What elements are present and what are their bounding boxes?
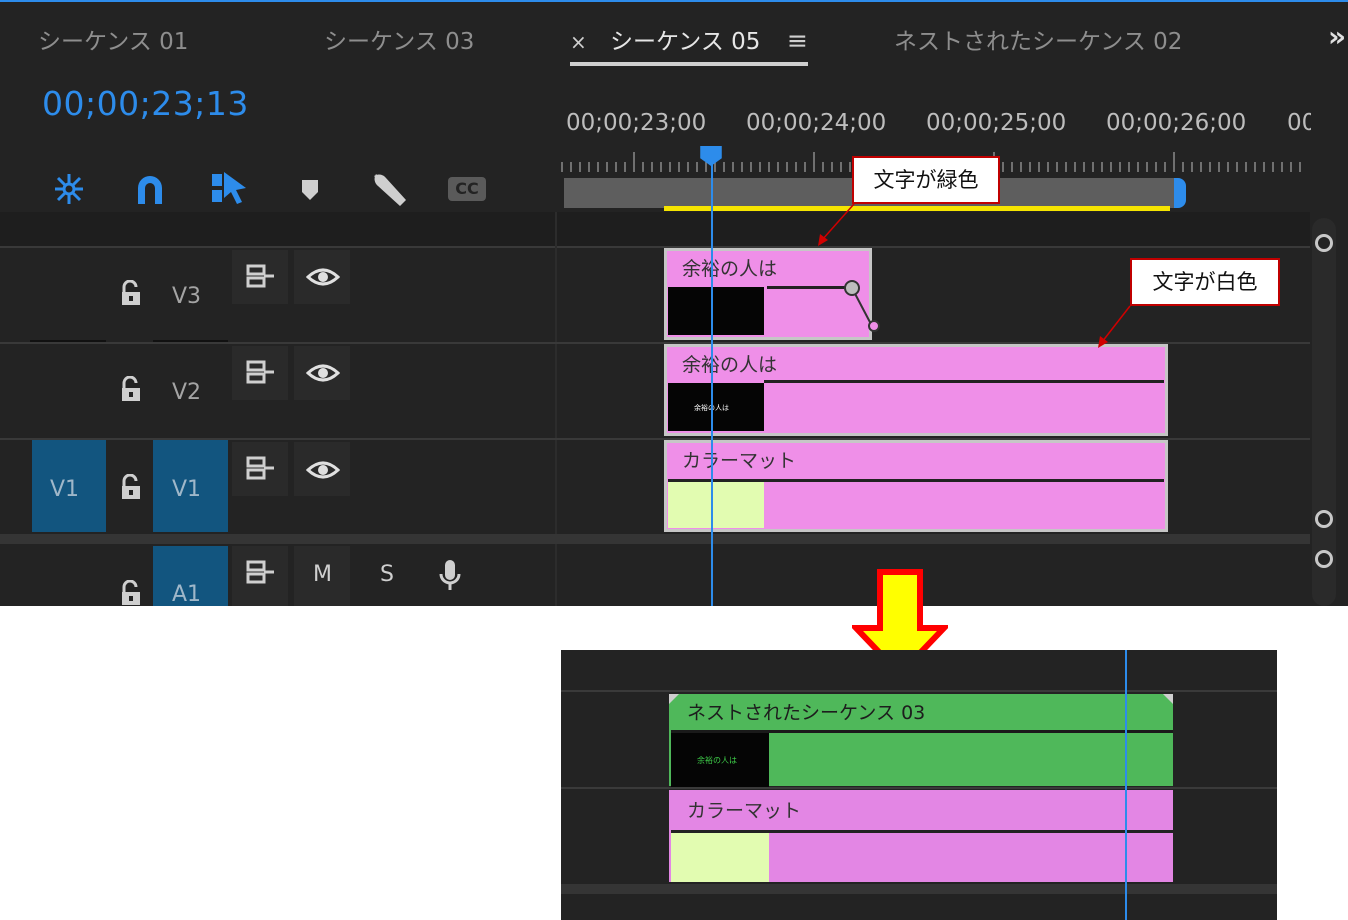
eye-icon[interactable] xyxy=(306,361,340,385)
lock-icon[interactable] xyxy=(120,279,142,311)
linked-selection-icon[interactable] xyxy=(210,170,248,208)
toggle-sync-lock-icon[interactable] xyxy=(246,560,276,586)
solo-button[interactable]: S xyxy=(380,562,394,587)
video-audio-divider[interactable] xyxy=(0,534,1310,544)
magnet-icon[interactable] xyxy=(134,172,166,206)
lock-icon[interactable] xyxy=(120,579,142,606)
mute-button[interactable]: M xyxy=(313,562,332,587)
callout-arrows xyxy=(818,203,1131,348)
divider xyxy=(561,787,1277,789)
tab-menu-icon[interactable]: ≡ xyxy=(787,26,808,55)
clip-title: カラーマット xyxy=(687,800,802,822)
source-patch-label: V1 xyxy=(50,477,80,502)
divider xyxy=(561,884,1277,894)
clip-title: カラーマット xyxy=(682,450,797,472)
color-matte-swatch xyxy=(671,833,769,882)
close-icon[interactable]: × xyxy=(570,30,587,54)
clip-title: 余裕の人は xyxy=(682,354,778,376)
marker-icon[interactable] xyxy=(300,178,320,202)
toggle-sync-lock-icon[interactable] xyxy=(246,360,276,386)
ruler-label: 00;00;25;00 xyxy=(926,110,1067,136)
lock-icon[interactable] xyxy=(120,473,142,505)
clip-thumbnail xyxy=(668,287,764,335)
track-label-v3[interactable]: V3 xyxy=(172,284,201,309)
header-divider xyxy=(555,212,557,606)
tab-sequence-03[interactable]: シーケンス 03 xyxy=(324,22,474,56)
tab-sequence-01[interactable]: シーケンス 01 xyxy=(38,22,188,56)
captions-icon[interactable]: CC xyxy=(448,177,486,201)
opacity-line xyxy=(764,380,1164,383)
wrench-icon[interactable] xyxy=(370,170,408,208)
scroll-knob-top[interactable] xyxy=(1315,234,1333,252)
vertical-scrollbar[interactable] xyxy=(1312,218,1336,606)
ruler-label: 00;00;23;00 xyxy=(566,110,707,136)
toggle-sync-lock-icon[interactable] xyxy=(246,456,276,482)
ruler-label: 00;00;24;00 xyxy=(746,110,887,136)
eye-icon[interactable] xyxy=(306,265,340,289)
track-label-v2[interactable]: V2 xyxy=(172,380,201,405)
eye-icon[interactable] xyxy=(306,458,340,482)
callout-white-text: 文字が白色 xyxy=(1130,258,1280,306)
microphone-icon[interactable] xyxy=(438,558,462,592)
track-label-v1: V1 xyxy=(172,477,202,502)
tab-sequence-05[interactable]: シーケンス 05 xyxy=(610,22,760,56)
scroll-knob-bottom[interactable] xyxy=(1315,510,1333,528)
tab-overflow-icon[interactable]: » xyxy=(1328,20,1346,53)
divider xyxy=(561,690,1277,692)
timeline-panel: シーケンス 01 シーケンス 03 × シーケンス 05 ≡ ネストされたシーケ… xyxy=(0,0,1348,606)
ruler-label: 00 xyxy=(1287,110,1311,136)
toggle-sync-lock-icon[interactable] xyxy=(246,264,276,290)
tab-nested-sequence-02[interactable]: ネストされたシーケンス 02 xyxy=(894,22,1182,56)
playhead-line[interactable] xyxy=(1125,650,1127,920)
thumbnail-caption: 余裕の人は xyxy=(697,756,737,765)
playhead-handle[interactable] xyxy=(697,146,725,166)
clip-title: ネストされたシーケンス 03 xyxy=(687,702,926,724)
active-tab-indicator xyxy=(570,62,808,66)
panel-focus-border xyxy=(0,0,1348,2)
result-timeline: ネストされたシーケンス 03 余裕の人は カラーマット xyxy=(561,650,1277,920)
lock-icon[interactable] xyxy=(120,375,142,407)
ruler-label: 00;00;26;00 xyxy=(1106,110,1247,136)
track-label-a1: A1 xyxy=(172,582,202,606)
snap-sequence-icon[interactable] xyxy=(50,172,88,206)
playhead-line[interactable] xyxy=(711,160,713,606)
work-area-end-handle[interactable] xyxy=(1174,178,1186,208)
playhead-timecode[interactable]: 00;00;23;13 xyxy=(42,84,249,123)
clip-title: 余裕の人は xyxy=(682,258,778,280)
scroll-knob-audio[interactable] xyxy=(1315,550,1333,568)
color-matte-swatch xyxy=(668,482,764,528)
